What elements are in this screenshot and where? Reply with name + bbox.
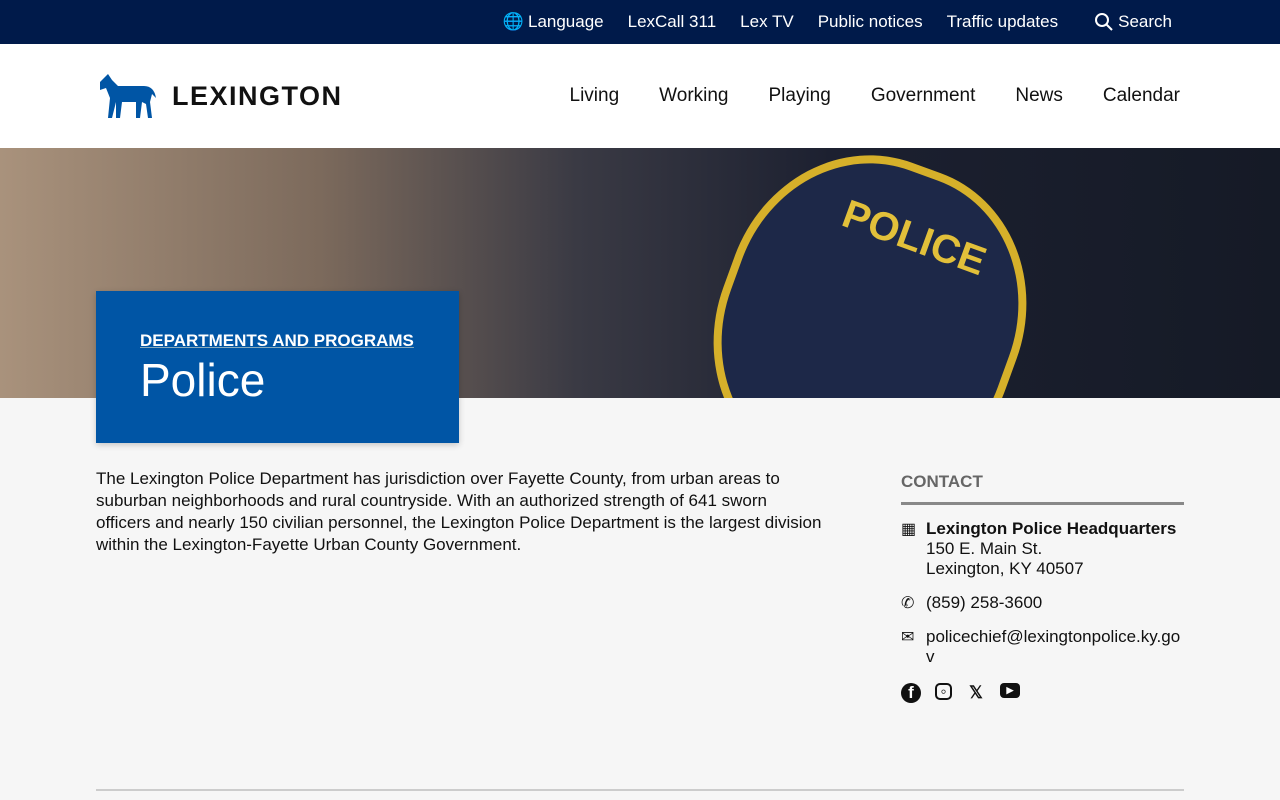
utility-bar: 🌐 Language LexCall 311 Lex TV Public noti…: [0, 0, 1280, 44]
address-link-line1[interactable]: 150 E. Main St.: [926, 539, 1042, 558]
logo-text: LEXINGTON: [172, 80, 343, 111]
traffic-updates-link[interactable]: Traffic updates: [947, 12, 1059, 32]
contact-heading: CONTACT: [901, 472, 1184, 505]
location-name: Lexington Police Headquarters: [926, 519, 1177, 538]
phone-icon: ✆: [901, 595, 915, 612]
nav-working[interactable]: Working: [659, 85, 728, 107]
nav-playing[interactable]: Playing: [769, 85, 831, 107]
description: The Lexington Police Department has juri…: [96, 469, 822, 554]
nav-living[interactable]: Living: [570, 85, 620, 107]
instagram-icon[interactable]: ◦: [935, 682, 952, 701]
phone-link[interactable]: (859) 258-3600: [926, 593, 1042, 613]
lextv-link[interactable]: Lex TV: [740, 12, 794, 32]
lexcall-link[interactable]: LexCall 311: [628, 12, 717, 32]
globe-icon: 🌐: [502, 12, 524, 31]
building-icon: ▦: [901, 521, 917, 538]
address-link-line2[interactable]: Lexington, KY 40507: [926, 559, 1084, 578]
search-label: Search: [1118, 12, 1172, 31]
search-button[interactable]: Search: [1094, 12, 1172, 32]
search-icon: [1095, 13, 1113, 31]
address-row: ▦ Lexington Police Headquarters 150 E. M…: [901, 519, 1184, 579]
logo[interactable]: LEXINGTON: [96, 72, 343, 120]
main-header: LEXINGTON Living Working Playing Governm…: [0, 44, 1280, 148]
nav-government[interactable]: Government: [871, 85, 976, 107]
language-label: Language: [527, 12, 604, 31]
police-patch-image: POLICE: [672, 148, 1068, 398]
email-row: ✉ policechief@lexingtonpolice.ky.gov: [901, 627, 1184, 667]
patch-text: POLICE: [836, 191, 992, 285]
page-title-box: DEPARTMENTS AND PROGRAMS Police: [96, 291, 459, 443]
breadcrumb[interactable]: DEPARTMENTS AND PROGRAMS: [140, 331, 414, 350]
nav-news[interactable]: News: [1015, 85, 1063, 107]
facebook-icon[interactable]: f: [901, 683, 921, 703]
email-link[interactable]: policechief@lexingtonpolice.ky.gov: [926, 627, 1184, 667]
nav-calendar[interactable]: Calendar: [1103, 85, 1180, 107]
primary-nav: Living Working Playing Government News C…: [570, 85, 1181, 107]
page-title: Police: [140, 354, 266, 406]
contact-panel: CONTACT ▦ Lexington Police Headquarters …: [901, 472, 1184, 703]
horse-logo-icon: [100, 74, 156, 118]
phone-row: ✆ (859) 258-3600: [901, 593, 1184, 613]
youtube-icon[interactable]: ▶: [1000, 683, 1020, 698]
public-notices-link[interactable]: Public notices: [818, 12, 923, 32]
x-icon[interactable]: 𝕏: [966, 683, 986, 703]
mail-icon: ✉: [901, 629, 915, 646]
footer-divider: [96, 789, 1184, 791]
social-links: f ◦ 𝕏 ▶: [901, 682, 1184, 703]
language-link[interactable]: 🌐 Language: [503, 12, 604, 32]
